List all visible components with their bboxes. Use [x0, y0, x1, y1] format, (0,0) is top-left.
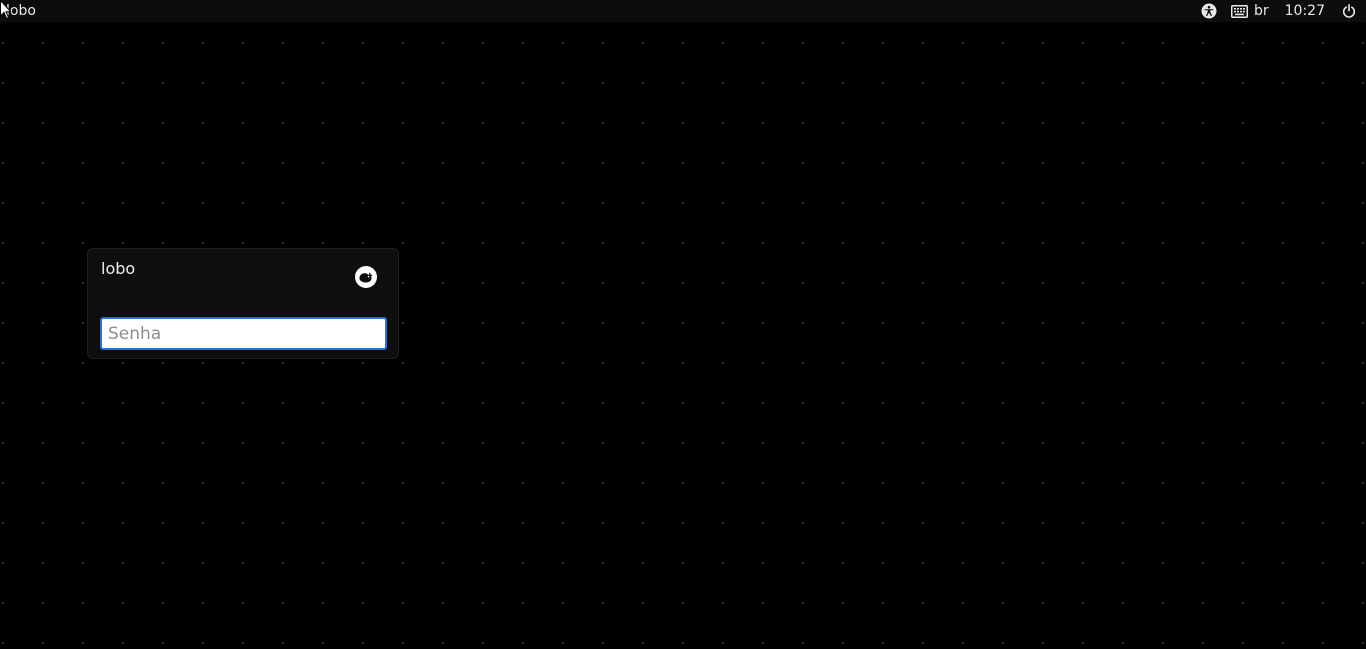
xfce-mouse-icon: [355, 266, 377, 288]
power-icon[interactable]: [1342, 0, 1356, 22]
login-panel: lobo: [87, 248, 399, 359]
keyboard-icon[interactable]: [1230, 0, 1248, 22]
session-menu-button[interactable]: [354, 265, 378, 289]
keyboard-layout-indicator[interactable]: br: [1254, 0, 1269, 22]
password-input[interactable]: [100, 317, 387, 350]
mouse-pointer-icon: [0, 0, 12, 20]
top-panel: lobo br 10:27: [0, 0, 1366, 22]
accessibility-icon[interactable]: [1201, 0, 1217, 22]
clock: 10:27: [1284, 3, 1325, 19]
login-screen: lobo br 10:27 lobo: [0, 0, 1366, 649]
username-label: lobo: [101, 259, 136, 278]
